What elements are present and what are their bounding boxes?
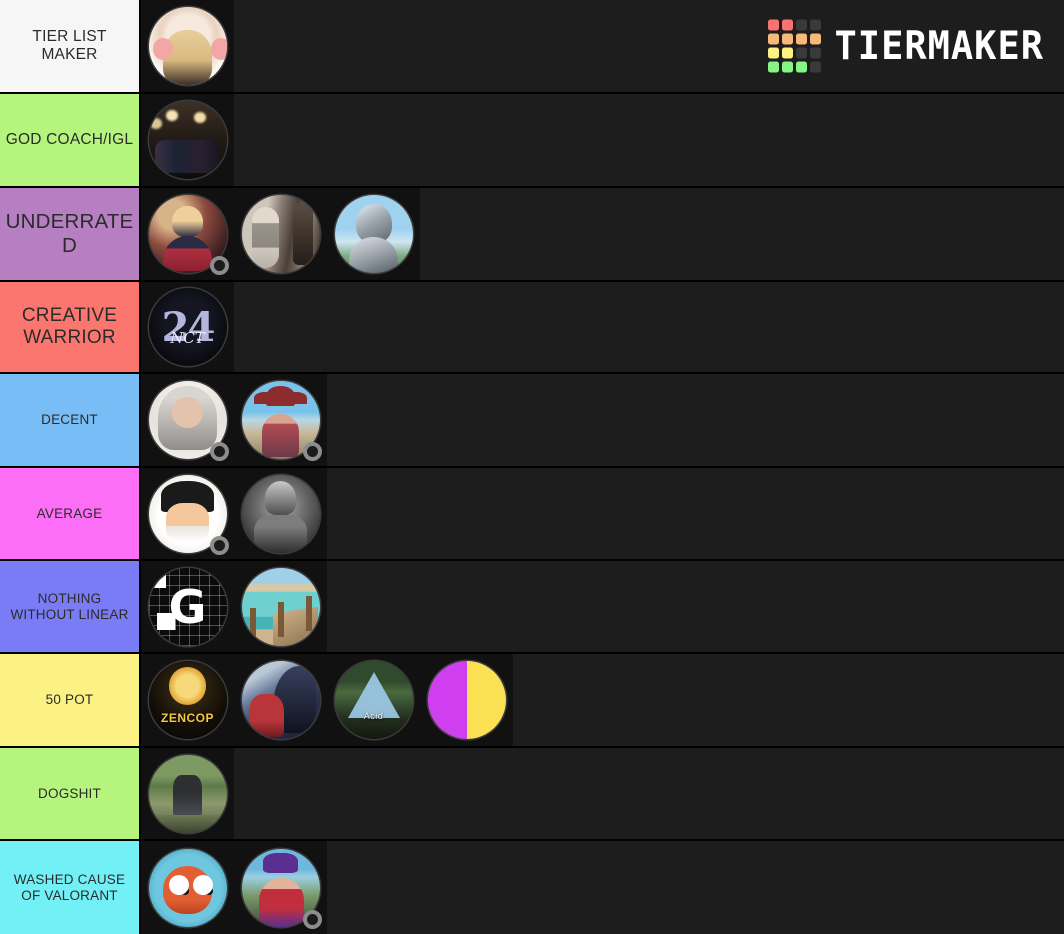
thumbnail-art: ZENCOP [148, 661, 227, 739]
tier-row-drop-zone[interactable] [327, 841, 1064, 934]
item-badge-icon [209, 535, 229, 555]
tiermaker-wordmark: TIERMAKER [834, 23, 1044, 69]
tier-row-label[interactable]: CREATIVE WARRIOR [0, 282, 141, 372]
thumbnail-art [148, 7, 227, 85]
item-badge-icon [302, 909, 322, 929]
tier-item-slot[interactable] [141, 468, 234, 559]
tier-item-slot[interactable] [141, 561, 234, 652]
tier-row: GOD COACH/IGL [0, 94, 1064, 188]
tier-row-items[interactable] [141, 188, 1064, 280]
tier-item-slot[interactable]: SIMPLY [420, 654, 513, 746]
tiermaker-logo: TIERMAKER [767, 19, 1044, 73]
tier-row-items[interactable] [141, 374, 1064, 466]
tier-row: CREATIVE WARRIOR [0, 282, 1064, 374]
tier-row-label[interactable]: NOTHING WITHOUT LINEAR [0, 561, 141, 652]
beach-pier-photo[interactable] [241, 567, 320, 646]
tier-row: 50 POT ZENCOP Acid SIMPLY [0, 654, 1064, 748]
simply-logo[interactable]: SIMPLY [427, 661, 506, 739]
grayscale-skin[interactable] [241, 474, 320, 553]
tier-row-label[interactable]: AVERAGE [0, 468, 141, 559]
tier-row-label[interactable]: DOGSHIT [0, 748, 141, 839]
tier-item-slot[interactable] [327, 188, 420, 280]
tier-row-label[interactable]: 50 POT [0, 654, 141, 746]
tier-row-label[interactable]: WASHED CAUSE OF VALORANT [0, 841, 141, 934]
tier-row-items[interactable] [141, 468, 1064, 559]
acid-clan-logo[interactable]: Acid [334, 661, 413, 739]
tier-row-drop-zone[interactable] [327, 561, 1064, 652]
tier-row-items[interactable] [141, 841, 1064, 934]
tier-row-drop-zone[interactable] [327, 468, 1064, 559]
tier-item-slot[interactable] [141, 374, 234, 466]
tier-row: WASHED CAUSE OF VALORANT [0, 841, 1064, 934]
thumbnail-art [148, 288, 227, 366]
street-photo-avatar[interactable] [241, 195, 320, 273]
blonde-streamer-avatar[interactable] [148, 7, 227, 85]
thumbnail-caption: ZENCOP [160, 711, 214, 725]
tier-row-drop-zone[interactable] [513, 654, 1064, 746]
nct-24-logo[interactable] [148, 288, 227, 366]
tier-row-drop-zone[interactable] [420, 188, 1064, 280]
tier-row: AVERAGE [0, 468, 1064, 561]
tier-item-slot[interactable] [141, 841, 234, 934]
tier-item-slot[interactable] [141, 0, 234, 92]
tier-row-items[interactable]: TIERMAKER [141, 0, 1064, 92]
tier-item-slot[interactable] [234, 561, 327, 652]
tier-row-label[interactable]: DECENT [0, 374, 141, 466]
tier-row-items[interactable] [141, 94, 1064, 186]
tier-row-label[interactable]: UNDERRATED [0, 188, 141, 280]
item-badge-icon [302, 442, 322, 461]
tier-item-slot[interactable] [141, 188, 234, 280]
thumbnail-art [148, 754, 227, 833]
tier-item-slot[interactable] [234, 188, 327, 280]
checkered-g-logo[interactable] [148, 567, 227, 646]
tier-item-slot[interactable] [234, 374, 327, 466]
tier-item-slot[interactable] [234, 841, 327, 934]
tier-item-slot[interactable] [234, 654, 327, 746]
tier-row: NOTHING WITHOUT LINEAR [0, 561, 1064, 654]
tier-item-slot[interactable] [141, 94, 234, 186]
thumbnail-art [148, 101, 227, 179]
tier-list-board: TIER LIST MAKER TIERMAKER GOD COACH/IGL UND… [0, 0, 1064, 934]
tier-row: DECENT [0, 374, 1064, 468]
thumbnail-art [148, 848, 227, 927]
tier-row-drop-zone[interactable] [234, 282, 1064, 372]
thumbnail-art [241, 567, 320, 646]
tier-row: DOGSHIT [0, 748, 1064, 841]
tier-row-drop-zone[interactable] [234, 748, 1064, 839]
robot-sniper-skin[interactable] [334, 195, 413, 273]
tier-row-items[interactable] [141, 282, 1064, 372]
tier-row-items[interactable]: ZENCOP Acid SIMPLY [141, 654, 1064, 746]
thumbnail-art [241, 474, 320, 553]
thumbnail-art [241, 195, 320, 273]
tier-row-drop-zone[interactable] [234, 94, 1064, 186]
item-badge-icon [209, 256, 229, 275]
tier-row: TIER LIST MAKER TIERMAKER [0, 0, 1064, 94]
thumbnail-art: SIMPLY [427, 661, 506, 739]
zencop-logo[interactable]: ZENCOP [148, 661, 227, 739]
fishstick-avatar[interactable] [148, 848, 227, 927]
tier-row-drop-zone[interactable] [327, 374, 1064, 466]
thumbnail-caption: SIMPLY [430, 689, 503, 711]
tier-row-label[interactable]: GOD COACH/IGL [0, 94, 141, 186]
tier-item-slot[interactable] [141, 282, 234, 372]
thumbnail-art [241, 661, 320, 739]
team-bootcamp-photo[interactable] [148, 101, 227, 179]
tier-row-items[interactable] [141, 561, 1064, 652]
tiermaker-logo-grid-icon [767, 19, 821, 73]
park-squat-photo[interactable] [148, 754, 227, 833]
anime-dragon-art[interactable] [241, 661, 320, 739]
tier-item-slot[interactable] [234, 468, 327, 559]
item-badge-icon [209, 442, 229, 461]
thumbnail-art: Acid [334, 661, 413, 739]
tier-row-label[interactable]: TIER LIST MAKER [0, 0, 141, 92]
tier-item-slot[interactable]: ZENCOP [141, 654, 234, 746]
tier-row-items[interactable] [141, 748, 1064, 839]
thumbnail-art [334, 195, 413, 273]
thumbnail-caption: Acid [363, 711, 384, 721]
tier-row: UNDERRATED [0, 188, 1064, 282]
thumbnail-art [148, 567, 227, 646]
tier-item-slot[interactable] [141, 748, 234, 839]
tier-item-slot[interactable]: Acid [327, 654, 420, 746]
